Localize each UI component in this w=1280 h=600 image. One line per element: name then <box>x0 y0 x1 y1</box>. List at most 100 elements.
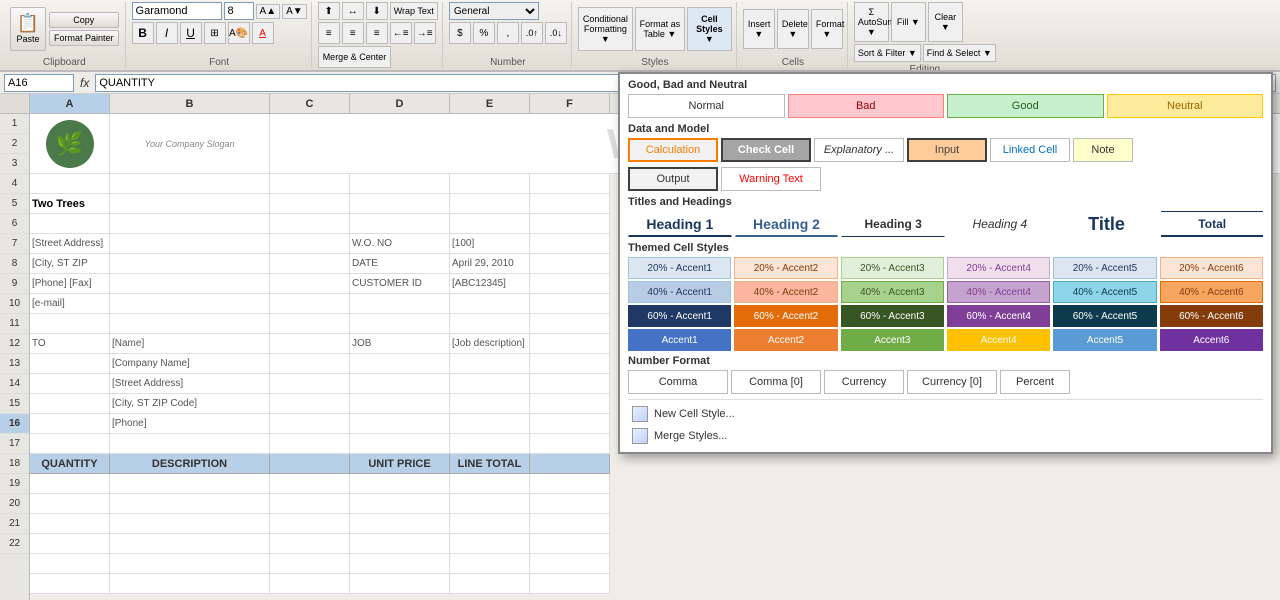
row-num-1[interactable]: 1 <box>0 114 29 134</box>
style-good[interactable]: Good <box>947 94 1104 118</box>
increase-decimal-button[interactable]: .0↑ <box>521 22 543 44</box>
cell-b22[interactable] <box>110 574 270 594</box>
align-bottom-button[interactable]: ⬇ <box>366 2 388 20</box>
cell-f11[interactable] <box>530 354 610 374</box>
style-percent[interactable]: Percent <box>1000 370 1070 394</box>
style-neutral[interactable]: Neutral <box>1107 94 1264 118</box>
col-header-a[interactable]: A <box>30 94 110 113</box>
cell-e18[interactable] <box>450 494 530 514</box>
row-num-16[interactable]: 16 <box>0 414 29 434</box>
style-currency[interactable]: Currency <box>824 370 904 394</box>
underline-button[interactable]: U <box>180 22 202 44</box>
style-total[interactable]: Total <box>1161 211 1263 237</box>
cell-a7[interactable]: [Phone] [Fax] <box>30 274 110 294</box>
cell-b14[interactable]: [Phone] <box>110 414 270 434</box>
paste-button[interactable]: 📋 Paste <box>10 7 46 51</box>
cell-f5[interactable] <box>530 234 610 254</box>
cell-e12[interactable] <box>450 374 530 394</box>
cell-c8[interactable] <box>270 294 350 314</box>
cell-a13[interactable] <box>30 394 110 414</box>
cell-d7[interactable]: CUSTOMER ID <box>350 274 450 294</box>
style-60-accent5[interactable]: 60% - Accent5 <box>1053 305 1156 327</box>
cell-f15[interactable] <box>530 434 610 454</box>
increase-font-button[interactable]: A▲ <box>256 4 281 19</box>
row-num-5[interactable]: 5 <box>0 194 29 214</box>
row-num-15[interactable]: 15 <box>0 394 29 414</box>
style-heading2[interactable]: Heading 2 <box>735 211 839 237</box>
cell-a14[interactable] <box>30 414 110 434</box>
insert-button[interactable]: Insert ▼ <box>743 9 775 49</box>
cell-c16[interactable] <box>270 454 350 474</box>
style-20-accent4[interactable]: 20% - Accent4 <box>947 257 1050 279</box>
row-num-2[interactable]: 2 <box>0 134 29 154</box>
cell-e16[interactable]: LINE TOTAL <box>450 454 530 474</box>
style-20-accent1[interactable]: 20% - Accent1 <box>628 257 731 279</box>
style-60-accent6[interactable]: 60% - Accent6 <box>1160 305 1263 327</box>
cell-d13[interactable] <box>350 394 450 414</box>
cell-a20[interactable] <box>30 534 110 554</box>
cell-a18[interactable] <box>30 494 110 514</box>
row-num-11[interactable]: 11 <box>0 314 29 334</box>
cell-e2[interactable] <box>450 174 530 194</box>
style-accent1[interactable]: Accent1 <box>628 329 731 351</box>
cell-e5[interactable]: [100] <box>450 234 530 254</box>
cell-d11[interactable] <box>350 354 450 374</box>
cell-c4[interactable] <box>270 214 350 234</box>
style-40-accent1[interactable]: 40% - Accent1 <box>628 281 731 303</box>
cell-f10[interactable] <box>530 334 610 354</box>
style-explanatory[interactable]: Explanatory ... <box>814 138 904 162</box>
cell-c15[interactable] <box>270 434 350 454</box>
cell-d14[interactable] <box>350 414 450 434</box>
style-40-accent5[interactable]: 40% - Accent5 <box>1053 281 1156 303</box>
align-left-button[interactable]: ≡ <box>318 22 340 44</box>
cell-e7[interactable]: [ABC12345] <box>450 274 530 294</box>
cell-a22[interactable] <box>30 574 110 594</box>
row-num-10[interactable]: 10 <box>0 294 29 314</box>
cell-c14[interactable] <box>270 414 350 434</box>
cell-b9[interactable] <box>110 314 270 334</box>
merge-styles-item[interactable]: Merge Styles... <box>628 425 1263 447</box>
cell-e9[interactable] <box>450 314 530 334</box>
row-num-6[interactable]: 6 <box>0 214 29 234</box>
cell-styles-button[interactable]: Cell Styles ▼ <box>687 7 732 51</box>
style-40-accent2[interactable]: 40% - Accent2 <box>734 281 837 303</box>
font-color-button[interactable]: A <box>252 22 274 44</box>
style-accent4[interactable]: Accent4 <box>947 329 1050 351</box>
cell-a3[interactable]: Two Trees Olive Oil Com <box>30 194 110 214</box>
style-40-accent6[interactable]: 40% - Accent6 <box>1160 281 1263 303</box>
cell-d4[interactable] <box>350 214 450 234</box>
cell-b5[interactable] <box>110 234 270 254</box>
cell-a19[interactable] <box>30 514 110 534</box>
cell-f16[interactable] <box>530 454 610 474</box>
col-header-e[interactable]: E <box>450 94 530 113</box>
row-num-9[interactable]: 9 <box>0 274 29 294</box>
style-accent3[interactable]: Accent3 <box>841 329 944 351</box>
row-num-19[interactable]: 19 <box>0 474 29 494</box>
decrease-font-button[interactable]: A▼ <box>282 4 307 19</box>
style-title[interactable]: Title <box>1055 211 1159 237</box>
cell-b15[interactable] <box>110 434 270 454</box>
cell-c17[interactable] <box>270 474 350 494</box>
style-note[interactable]: Note <box>1073 138 1133 162</box>
cell-e13[interactable] <box>450 394 530 414</box>
cell-f7[interactable] <box>530 274 610 294</box>
clear-button[interactable]: Clear ▼ <box>928 2 963 42</box>
conditional-formatting-button[interactable]: Conditional Formatting ▼ <box>578 7 633 51</box>
cell-d16[interactable]: UNIT PRICE <box>350 454 450 474</box>
cell-f19[interactable] <box>530 514 610 534</box>
cell-e4[interactable] <box>450 214 530 234</box>
cell-a10[interactable]: TO <box>30 334 110 354</box>
cell-d12[interactable] <box>350 374 450 394</box>
cell-b8[interactable] <box>110 294 270 314</box>
cell-a15[interactable] <box>30 434 110 454</box>
style-currency0[interactable]: Currency [0] <box>907 370 997 394</box>
cell-d20[interactable] <box>350 534 450 554</box>
style-accent6[interactable]: Accent6 <box>1160 329 1263 351</box>
cell-e19[interactable] <box>450 514 530 534</box>
find-select-button[interactable]: Find & Select ▼ <box>923 44 996 62</box>
fill-button[interactable]: Fill ▼ <box>891 2 926 42</box>
cell-b13[interactable]: [City, ST ZIP Code] <box>110 394 270 414</box>
cell-b12[interactable]: [Street Address] <box>110 374 270 394</box>
style-60-accent3[interactable]: 60% - Accent3 <box>841 305 944 327</box>
cell-e11[interactable] <box>450 354 530 374</box>
